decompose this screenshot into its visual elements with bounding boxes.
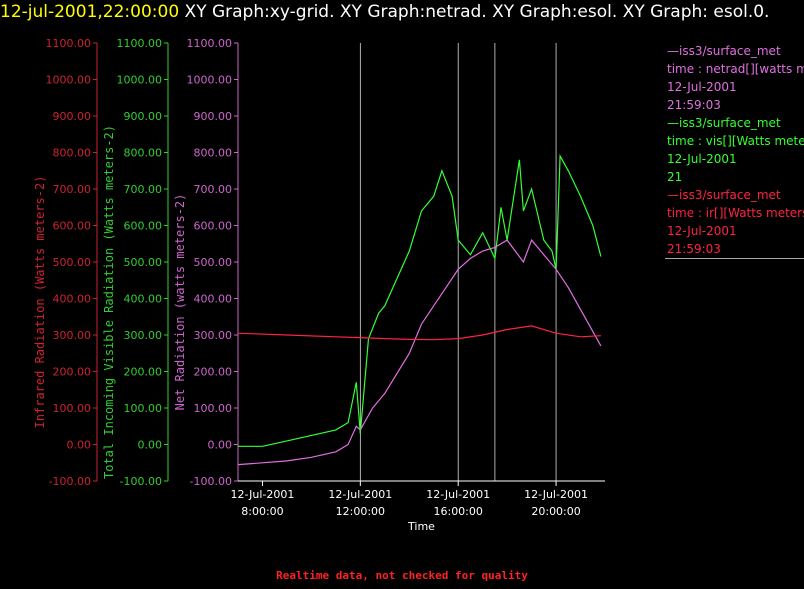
y-tick-label-netrad: 1000.00	[187, 74, 233, 87]
legend-ir-date: 12-Jul-2001	[667, 224, 737, 238]
x-axis: 12-Jul-2001 8:00:00 12-Jul-2001 12:00:00 12-…	[231, 480, 605, 533]
x-tick-label-date: 12-Jul-2001	[231, 488, 295, 501]
y-tick-label-vis: 100.00	[124, 402, 163, 415]
y-tick-label-netrad: 300.00	[194, 329, 233, 342]
y-tick-label-ir: 200.00	[53, 366, 92, 379]
x-tick-label-time: 20:00:00	[531, 505, 580, 518]
y-tick-label-vis: 400.00	[124, 293, 163, 306]
y-tick-label-netrad: 700.00	[194, 183, 233, 196]
legend-vis-var: time : vis[][Watts meters-2]	[667, 134, 804, 148]
series-line-vis	[238, 153, 602, 447]
legend-ir-var: time : ir[][Watts meters-2]	[667, 206, 804, 220]
y-axis-label-vis: Total Incoming Visible Radiation (Watts …	[102, 125, 116, 479]
x-tick-label-date: 12-Jul-2001	[328, 488, 392, 501]
y-tick-label-vis: 0.00	[138, 439, 163, 452]
x-tick-label-date: 12-Jul-2001	[426, 488, 490, 501]
legend-vis-header: —iss3/surface_met	[667, 116, 781, 130]
legend-netrad-time: 21:59:03	[667, 98, 721, 112]
y-tick-label-netrad: 600.00	[194, 220, 233, 233]
x-axis-label: Time	[407, 520, 435, 533]
y-tick-label-netrad: 400.00	[194, 293, 233, 306]
legend-netrad-var: time : netrad[][watts meters-2]	[667, 62, 804, 76]
y-tick-label-ir: 1100.00	[46, 37, 92, 50]
y-axis-vis: -100.00 0.00 100.00 200.00 300.00 400.00 500.0…	[102, 37, 169, 488]
y-tick-label-ir: 100.00	[53, 402, 92, 415]
y-tick-label-vis: 300.00	[124, 329, 163, 342]
y-tick-label-vis: 900.00	[124, 110, 163, 123]
legend-vis-time: 21	[667, 170, 683, 184]
y-tick-label-netrad: 900.00	[194, 110, 233, 123]
y-axis-netrad: -100.00 0.00 100.00 200.00 300.00 400.00 500.0…	[173, 37, 239, 488]
y-tick-label-netrad: 100.00	[194, 402, 233, 415]
y-tick-label-vis: 1000.00	[117, 74, 163, 87]
legend-ir-time: 21:59:03	[667, 242, 721, 256]
y-tick-label-netrad: 800.00	[194, 147, 233, 160]
y-axis-label-ir: Infrared Radiation (Watts meters-2)	[33, 176, 47, 429]
legend-netrad-date: 12-Jul-2001	[667, 80, 737, 94]
y-tick-label-ir: 1000.00	[46, 74, 92, 87]
y-axis-ir: -100.00 0.00 100.00 200.00 300.00 400.00 500.0…	[33, 37, 98, 488]
y-tick-label-netrad: 200.00	[194, 366, 233, 379]
y-tick-label-ir: 700.00	[53, 183, 92, 196]
y-tick-label-ir: 900.00	[53, 110, 92, 123]
y-tick-label-netrad: -100.00	[190, 475, 232, 488]
y-tick-label-ir: -100.00	[49, 475, 91, 488]
x-tick-label-time: 8:00:00	[241, 505, 283, 518]
x-tick-label-date: 12-Jul-2001	[524, 488, 588, 501]
y-tick-label-vis: -100.00	[120, 475, 162, 488]
y-tick-label-vis: 500.00	[124, 256, 163, 269]
legend-divider	[665, 258, 804, 259]
legend-vis-date: 12-Jul-2001	[667, 152, 737, 166]
y-tick-label-ir: 600.00	[53, 220, 92, 233]
y-tick-label-vis: 800.00	[124, 147, 163, 160]
y-tick-label-ir: 0.00	[67, 439, 92, 452]
y-axis-label-netrad: Net Radiation (watts meters-2)	[173, 194, 187, 411]
y-tick-label-vis: 200.00	[124, 366, 163, 379]
y-tick-label-netrad: 500.00	[194, 256, 233, 269]
y-tick-label-ir: 400.00	[53, 293, 92, 306]
x-tick-label-time: 12:00:00	[336, 505, 385, 518]
y-tick-label-vis: 600.00	[124, 220, 163, 233]
quality-notice: Realtime data, not checked for quality	[276, 569, 528, 582]
y-tick-label-vis: 700.00	[124, 183, 163, 196]
y-tick-label-vis: 1100.00	[117, 37, 163, 50]
x-tick-label-time: 16:00:00	[433, 505, 482, 518]
y-tick-label-netrad: 1100.00	[187, 37, 233, 50]
legend-netrad-header: —iss3/surface_met	[667, 44, 781, 58]
y-tick-label-ir: 300.00	[53, 329, 92, 342]
y-tick-label-netrad: 0.00	[208, 439, 233, 452]
series-line-netrad	[237, 238, 602, 466]
legend-ir-header: —iss3/surface_met	[667, 188, 781, 202]
y-tick-label-ir: 500.00	[53, 256, 92, 269]
y-tick-label-ir: 800.00	[53, 147, 92, 160]
